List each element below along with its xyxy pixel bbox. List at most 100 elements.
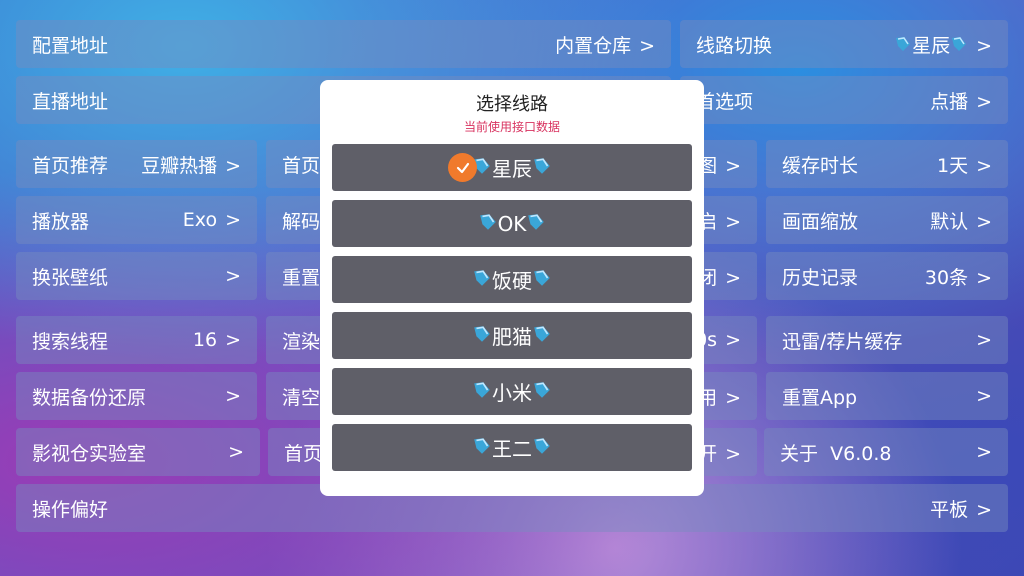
blue-leaf-icon <box>472 324 492 348</box>
route-option-label: 肥猫 <box>492 325 532 349</box>
chevron-right-icon: > <box>228 441 244 463</box>
cache-duration-row[interactable]: 缓存时长 1天 > <box>766 140 1008 188</box>
wallpaper-row[interactable]: 换张壁纸 > <box>16 252 257 300</box>
blue-leaf-icon <box>950 37 968 57</box>
home-setting-label: 首页 <box>282 154 321 177</box>
search-threads-label: 搜索线程 <box>32 330 109 353</box>
route-option-label: 饭硬 <box>492 269 532 293</box>
select-route-dialog: 选择线路 当前使用接口数据 星辰 OK 饭硬 肥猫 小米 王二 <box>320 80 704 496</box>
chevron-right-icon: > <box>725 386 741 409</box>
blue-leaf-icon <box>532 268 552 292</box>
chevron-right-icon: > <box>225 209 241 231</box>
route-option-4[interactable]: 小米 <box>332 368 692 415</box>
route-option-label: OK <box>497 211 527 236</box>
home-recommend-label: 首页推荐 <box>32 154 109 177</box>
search-threads-value: 16 <box>192 329 218 351</box>
route-option-label: 王二 <box>492 437 532 461</box>
history-value: 30条 <box>924 266 969 289</box>
chevron-right-icon: > <box>976 90 992 113</box>
home-option-row[interactable]: 首选项 点播 > <box>680 76 1008 124</box>
history-row[interactable]: 历史记录 30条 > <box>766 252 1008 300</box>
chevron-right-icon: > <box>976 498 992 521</box>
chevron-right-icon: > <box>976 441 992 463</box>
home-option-label: 首选项 <box>696 90 754 113</box>
chevron-right-icon: > <box>976 154 992 177</box>
chevron-right-icon: > <box>725 154 741 177</box>
reset-setting-label: 重置 <box>282 266 321 289</box>
thunder-cache-row[interactable]: 迅雷/荐片缓存 > <box>766 316 1008 364</box>
scale-label: 画面缩放 <box>782 210 859 233</box>
chevron-right-icon: > <box>725 329 741 351</box>
route-option-label: 小米 <box>492 381 532 405</box>
cache-duration-value: 1天 <box>936 154 969 177</box>
preference-value: 平板 <box>930 498 969 521</box>
home-recommend-row[interactable]: 首页推荐 豆瓣热播 > <box>16 140 257 188</box>
dialog-subtitle: 当前使用接口数据 <box>463 120 560 134</box>
dialog-title: 选择线路 <box>476 94 548 115</box>
player-label: 播放器 <box>32 210 90 233</box>
blue-leaf-icon <box>472 268 492 292</box>
chevron-right-icon: > <box>976 210 992 233</box>
chevron-right-icon: > <box>976 266 992 289</box>
chevron-right-icon: > <box>225 154 241 177</box>
blue-leaf-icon <box>532 436 552 460</box>
clear-label: 清空 <box>282 386 321 409</box>
chevron-right-icon: > <box>225 385 241 407</box>
check-circle-icon <box>448 153 477 182</box>
blue-leaf-icon <box>532 324 552 348</box>
blue-leaf-icon <box>472 436 492 460</box>
route-option-5[interactable]: 王二 <box>332 424 692 471</box>
route-option-1[interactable]: OK <box>332 200 692 247</box>
route-option-3[interactable]: 肥猫 <box>332 312 692 359</box>
cache-duration-label: 缓存时长 <box>782 154 859 177</box>
chevron-right-icon: > <box>725 266 741 289</box>
thunder-cache-label: 迅雷/荐片缓存 <box>782 330 903 353</box>
blue-leaf-icon <box>532 380 552 404</box>
render-label: 渲染 <box>282 330 321 353</box>
lab-row[interactable]: 影视仓实验室 > <box>16 428 260 476</box>
blue-leaf-icon <box>894 37 912 57</box>
search-threads-row[interactable]: 搜索线程 16 > <box>16 316 257 364</box>
reset-app-label: 重置App <box>782 386 858 409</box>
preference-label: 操作偏好 <box>32 498 109 521</box>
version-value: V6.0.8 <box>830 442 892 465</box>
chevron-right-icon: > <box>976 385 992 407</box>
lab-label: 影视仓实验室 <box>32 442 147 465</box>
route-switch-label: 线路切换 <box>696 34 773 57</box>
home-recommend-value: 豆瓣热播 <box>141 154 218 177</box>
blue-leaf-icon <box>526 212 546 236</box>
backup-restore-row[interactable]: 数据备份还原 > <box>16 372 257 420</box>
chevron-right-icon: > <box>976 329 992 351</box>
route-option-0[interactable]: 星辰 <box>332 144 692 191</box>
config-address-value: 内置仓库 <box>555 34 632 57</box>
about-label: 关于 <box>780 442 819 465</box>
player-row[interactable]: 播放器 Exo > <box>16 196 257 244</box>
route-option-2[interactable]: 饭硬 <box>332 256 692 303</box>
home-setting-2-label: 首页 <box>284 442 323 465</box>
chevron-right-icon: > <box>976 34 992 57</box>
backup-restore-label: 数据备份还原 <box>32 386 147 409</box>
history-label: 历史记录 <box>782 266 859 289</box>
player-value: Exo <box>182 209 218 231</box>
route-switch-row[interactable]: 线路切换 星辰 > <box>680 20 1008 68</box>
chevron-right-icon: > <box>225 329 241 351</box>
home-option-value: 点播 <box>930 90 969 113</box>
scale-row[interactable]: 画面缩放 默认 > <box>766 196 1008 244</box>
route-option-label: 星辰 <box>492 157 532 181</box>
scale-value: 默认 <box>930 210 969 233</box>
blue-leaf-icon <box>478 212 498 236</box>
wallpaper-label: 换张壁纸 <box>32 266 109 289</box>
live-address-label: 直播地址 <box>32 90 109 113</box>
reset-app-row[interactable]: 重置App > <box>766 372 1008 420</box>
blue-leaf-icon <box>472 380 492 404</box>
chevron-right-icon: > <box>725 442 741 465</box>
chevron-right-icon: > <box>725 210 741 233</box>
about-row[interactable]: 关于 V6.0.8 > <box>764 428 1008 476</box>
route-switch-value: 星辰 <box>912 34 951 57</box>
chevron-right-icon: > <box>225 265 241 287</box>
decode-label: 解码 <box>282 210 321 233</box>
blue-leaf-icon <box>532 156 552 180</box>
config-address-label: 配置地址 <box>32 34 109 57</box>
config-address-row[interactable]: 配置地址 内置仓库 > <box>16 20 671 68</box>
chevron-right-icon: > <box>639 34 655 57</box>
